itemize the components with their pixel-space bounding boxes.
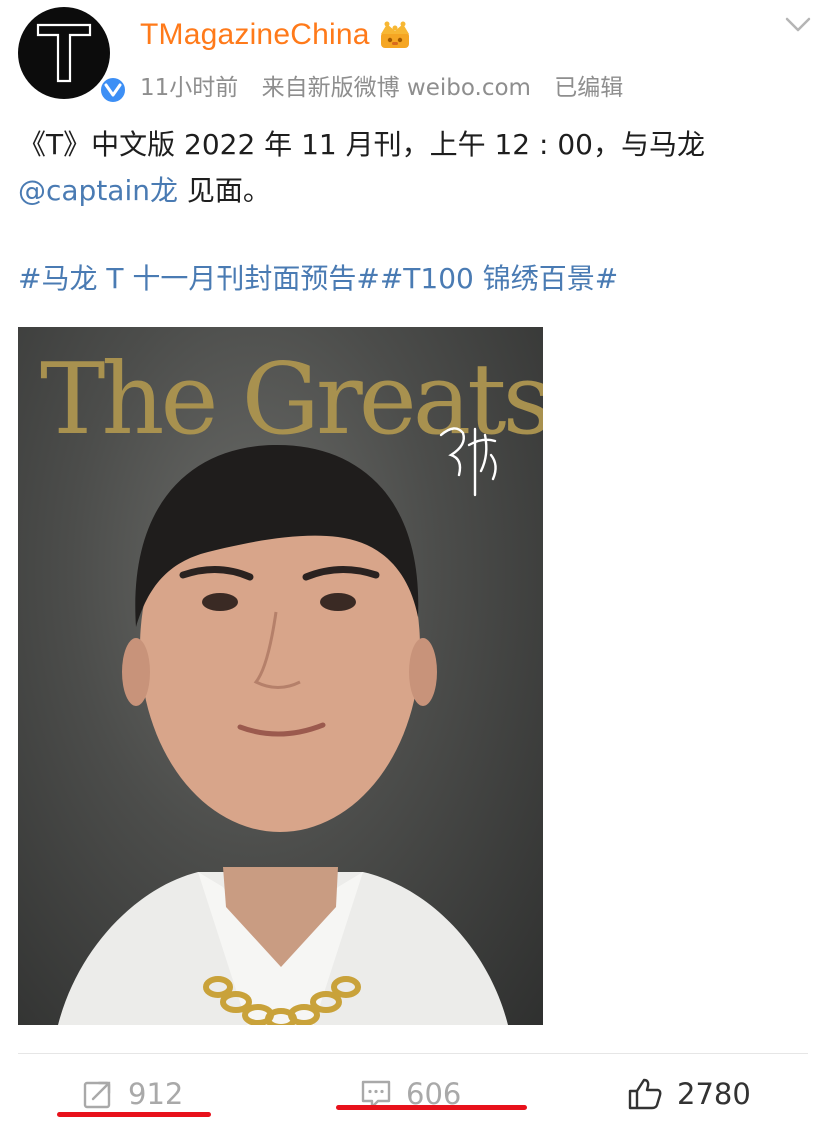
repost-highlight-underline bbox=[57, 1112, 211, 1117]
edited-label[interactable]: 已编辑 bbox=[554, 75, 623, 101]
post-text-line2: @captain龙 见面。 bbox=[18, 168, 808, 214]
user-mention[interactable]: @captain龙 bbox=[18, 174, 178, 207]
post-text-line1: 《T》中文版 2022 年 11 月刊，上午 12 : 00，与马龙 bbox=[18, 128, 705, 161]
repost-count: 912 bbox=[128, 1077, 184, 1111]
post-image[interactable]: The Greats bbox=[18, 327, 543, 1025]
repost-button[interactable]: 912 bbox=[82, 1074, 183, 1114]
post-text-line2-rest: 见面。 bbox=[178, 174, 271, 207]
avatar-logo bbox=[18, 7, 110, 99]
autograph-icon bbox=[439, 427, 497, 497]
crown-badge-icon bbox=[378, 20, 412, 50]
thumbs-up-icon bbox=[628, 1078, 662, 1110]
topic-hashtags[interactable]: #马龙 T 十一月刊封面预告##T100 锦绣百景# bbox=[18, 256, 618, 302]
like-button[interactable]: 2780 bbox=[627, 1074, 751, 1114]
author-avatar[interactable] bbox=[18, 7, 128, 105]
chevron-down-icon[interactable] bbox=[784, 15, 812, 35]
post-time: 11小时前 bbox=[140, 75, 239, 101]
share-icon bbox=[83, 1081, 111, 1109]
post-meta: 11小时前 来自新版微博 weibo.com 已编辑 bbox=[140, 68, 639, 102]
post-source[interactable]: 来自新版微博 weibo.com bbox=[262, 75, 531, 101]
author-name[interactable]: TMagazineChina bbox=[140, 18, 370, 52]
author-name-row[interactable]: TMagazineChina bbox=[140, 18, 412, 52]
like-count: 2780 bbox=[677, 1077, 751, 1111]
post-body: 《T》中文版 2022 年 11 月刊，上午 12 : 00，与马龙 @capt… bbox=[18, 122, 808, 214]
actions-divider bbox=[18, 1053, 808, 1054]
post-header: TMagazineChina 11小时前 来自新版微博 weibo.com 已编… bbox=[0, 0, 828, 110]
comment-highlight-underline bbox=[336, 1105, 527, 1110]
verified-v-icon bbox=[98, 75, 128, 105]
